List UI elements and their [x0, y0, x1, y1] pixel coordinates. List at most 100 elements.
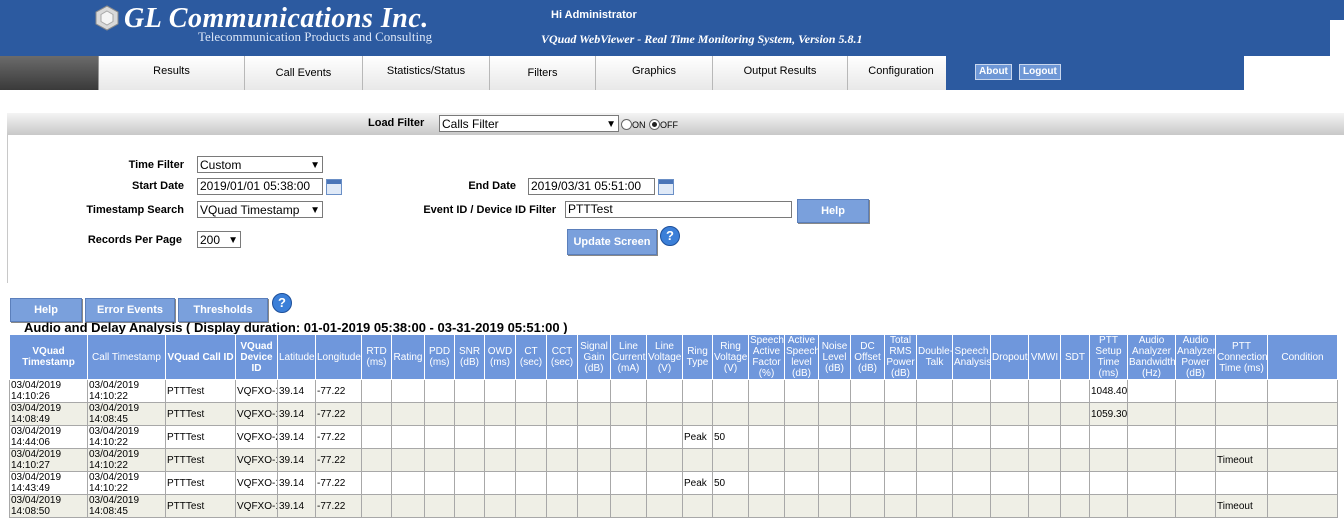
column-header[interactable]: Line Current (mA) [610, 334, 647, 380]
filter-off-radio[interactable] [649, 119, 660, 130]
table-cell [850, 402, 885, 426]
filter-on-radio[interactable] [621, 119, 632, 130]
table-cell: 39.14 [277, 448, 316, 472]
menu-results[interactable]: Results [99, 56, 245, 90]
column-header[interactable]: CCT (sec) [546, 334, 578, 380]
help-button[interactable]: Help [10, 298, 82, 322]
table-row[interactable]: 03/04/2019 14:44:06 03/04/2019 14:10:22 PT… [9, 425, 1338, 449]
column-header[interactable]: OWD (ms) [484, 334, 516, 380]
table-cell: VQFXO-1 [235, 448, 278, 472]
table-cell [1089, 494, 1128, 518]
system-title: VQuad WebViewer - Real Time Monitoring S… [541, 32, 863, 46]
column-header[interactable]: Rating [391, 334, 425, 380]
table-row[interactable]: 03/04/2019 14:10:27 03/04/2019 14:10:22 PT… [9, 448, 1338, 472]
menu-statistics-status[interactable]: Statistics/Status [363, 56, 490, 90]
table-cell [682, 448, 713, 472]
timestamp-search-select[interactable]: VQuad Timestamp ▼ [197, 201, 323, 218]
table-cell [818, 448, 851, 472]
table-cell: -77.22 [315, 425, 362, 449]
start-date-input[interactable]: 2019/01/01 05:38:00 [197, 178, 323, 195]
table-cell [424, 425, 455, 449]
user-greeting: Hi Administrator [551, 9, 637, 21]
timestamp-search-value: VQuad Timestamp [200, 203, 300, 217]
table-cell [952, 494, 991, 518]
table-cell [1028, 379, 1061, 403]
filter-help-button[interactable]: Help [797, 199, 869, 223]
column-header[interactable]: Audio Analyzer Bandwidth (Hz) [1127, 334, 1176, 380]
table-cell [916, 494, 953, 518]
table-cell [990, 471, 1029, 495]
table-cell [424, 494, 455, 518]
table-cell: 03/04/2019 14:10:22 [87, 379, 166, 403]
column-header[interactable]: Audio Analyzer Power (dB) [1175, 334, 1216, 380]
table-cell: VQFXO-1 [235, 379, 278, 403]
column-header[interactable]: CT (sec) [515, 334, 547, 380]
table-cell: 39.14 [277, 379, 316, 403]
column-header[interactable]: Speech Analysis [952, 334, 991, 380]
column-header[interactable]: Dropout [990, 334, 1029, 380]
column-header[interactable]: Total RMS Power (dB) [884, 334, 917, 380]
column-header[interactable]: RTD (ms) [361, 334, 392, 380]
column-header[interactable]: SDT [1060, 334, 1090, 380]
column-header[interactable]: PDD (ms) [424, 334, 455, 380]
load-filter-select[interactable]: Calls Filter ▼ [439, 115, 619, 132]
table-cell [850, 494, 885, 518]
column-header[interactable]: Active Speech level (dB) [784, 334, 819, 380]
column-header[interactable]: Ring Type [682, 334, 713, 380]
logout-button[interactable]: Logout [1019, 64, 1061, 80]
table-cell [884, 471, 917, 495]
table-cell [1175, 494, 1216, 518]
table-cell: 39.14 [277, 494, 316, 518]
table-row[interactable]: 03/04/2019 14:10:26 03/04/2019 14:10:22 PT… [9, 379, 1338, 403]
menu-call-events[interactable]: Call Events [245, 56, 363, 90]
column-header[interactable]: Speech Active Factor (%) [748, 334, 785, 380]
column-header[interactable]: Signal Gain (dB) [577, 334, 611, 380]
column-header[interactable]: VQuad Call ID [165, 334, 236, 380]
help-question-icon[interactable]: ? [660, 226, 680, 246]
table-row[interactable]: 03/04/2019 14:08:49 03/04/2019 14:08:45 PT… [9, 402, 1338, 426]
error-events-button[interactable]: Error Events [85, 298, 175, 322]
table-cell [515, 402, 547, 426]
column-header[interactable]: Condition [1267, 334, 1338, 380]
thresholds-button[interactable]: Thresholds [178, 298, 268, 322]
column-header[interactable]: Call Timestamp [87, 334, 166, 380]
column-header[interactable]: SNR (dB) [454, 334, 485, 380]
table-row[interactable]: 03/04/2019 14:43:49 03/04/2019 14:10:22 PT… [9, 471, 1338, 495]
menu-output-results[interactable]: Output Results [713, 56, 848, 90]
column-header[interactable]: Ring Voltage (V) [712, 334, 749, 380]
time-filter-select[interactable]: Custom ▼ [197, 156, 323, 173]
table-cell [546, 379, 578, 403]
help-question-icon[interactable]: ? [272, 293, 292, 313]
table-row[interactable]: 03/04/2019 14:08:50 03/04/2019 14:08:45 PT… [9, 494, 1338, 518]
about-button[interactable]: About [975, 64, 1012, 80]
hexagon-logo-icon [95, 5, 119, 31]
table-cell [748, 471, 785, 495]
column-header[interactable]: PTT Connection Time (ms) [1215, 334, 1268, 380]
table-cell [454, 448, 485, 472]
column-header[interactable]: Noise Level (dB) [818, 334, 851, 380]
records-per-page-select[interactable]: 200 ▼ [197, 231, 241, 248]
table-cell [1028, 425, 1061, 449]
table-cell [391, 425, 425, 449]
column-header[interactable]: Double-Talk [916, 334, 953, 380]
calendar-icon[interactable] [326, 179, 342, 195]
menu-configuration[interactable]: Configuration [848, 56, 955, 90]
table-cell [784, 448, 819, 472]
menu-graphics[interactable]: Graphics [596, 56, 713, 90]
column-header[interactable]: VQuad Timestamp [9, 334, 88, 380]
column-header[interactable]: PTT Setup Time (ms) [1089, 334, 1128, 380]
end-date-input[interactable]: 2019/03/31 05:51:00 [528, 178, 655, 195]
column-header[interactable]: Line Voltage (V) [646, 334, 683, 380]
table-cell: 50 [712, 425, 749, 449]
column-header[interactable]: Longitude [315, 334, 362, 380]
calendar-icon[interactable] [658, 179, 674, 195]
column-header[interactable]: Latitude [277, 334, 316, 380]
column-header[interactable]: DC Offset (dB) [850, 334, 885, 380]
table-cell [1127, 471, 1176, 495]
event-id-input[interactable]: PTTTest [565, 201, 792, 218]
update-screen-button[interactable]: Update Screen [567, 229, 657, 255]
column-header[interactable]: VQuad Device ID [235, 334, 278, 380]
menu-filters[interactable]: Filters [490, 56, 596, 90]
column-header[interactable]: VMWI [1028, 334, 1061, 380]
table-cell [1028, 402, 1061, 426]
